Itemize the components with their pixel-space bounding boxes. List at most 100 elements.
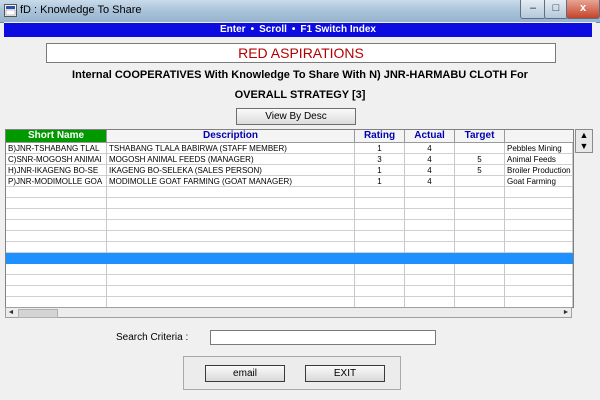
table-cell: [6, 209, 107, 220]
column-header-description[interactable]: Description: [107, 130, 355, 142]
table-cell: Animal Feeds: [505, 154, 573, 165]
table-cell: [107, 198, 355, 209]
table-cell: [455, 209, 505, 220]
vertical-scroll-control[interactable]: ▲ ▼: [575, 129, 593, 153]
minimize-button[interactable]: –: [520, 0, 546, 19]
table-cell: [455, 187, 505, 198]
table-cell: MODIMOLLE GOAT FARMING (GOAT MANAGER): [107, 176, 355, 187]
table-cell: [505, 220, 573, 231]
table-cell: Goat Farming: [505, 176, 573, 187]
table-cell: [505, 264, 573, 275]
empty-row[interactable]: [6, 242, 573, 253]
exit-button[interactable]: EXIT: [305, 365, 385, 382]
selected-empty-row[interactable]: [6, 253, 573, 264]
search-criteria-input[interactable]: [210, 330, 436, 345]
table-row[interactable]: C)SNR-MOGOSH ANIMAI MOGOSH ANIMAL FEEDS (…: [6, 154, 573, 165]
empty-row[interactable]: [6, 275, 573, 286]
table-cell: [107, 220, 355, 231]
table-cell: [405, 209, 455, 220]
table-cell: [355, 220, 405, 231]
column-header-actual[interactable]: Actual: [405, 130, 455, 142]
table-cell: [455, 264, 505, 275]
hint-enter: Enter: [220, 24, 246, 35]
table-cell: [455, 231, 505, 242]
column-header-target[interactable]: Target: [455, 130, 505, 142]
scroll-up-arrow-icon[interactable]: ▲: [578, 130, 590, 140]
scroll-right-arrow-icon[interactable]: ►: [561, 308, 571, 317]
title-bar[interactable]: fD : Knowledge To Share – □ x: [0, 0, 600, 23]
view-by-desc-button[interactable]: View By Desc: [236, 108, 356, 125]
column-header-extra[interactable]: [505, 130, 573, 142]
table-cell: [505, 286, 573, 297]
table-cell: [455, 143, 505, 154]
table-cell: [355, 187, 405, 198]
close-button[interactable]: x: [566, 0, 600, 19]
table-cell: 4: [405, 154, 455, 165]
hint-switch-index: F1 Switch Index: [300, 24, 376, 35]
table-cell: 1: [355, 165, 405, 176]
table-cell: [6, 187, 107, 198]
email-button[interactable]: email: [205, 365, 285, 382]
empty-row[interactable]: [6, 187, 573, 198]
hint-bullet: •: [291, 24, 296, 35]
table-row[interactable]: H)JNR-IKAGENG BO-SE IKAGENG BO-SELEKA (SA…: [6, 165, 573, 176]
empty-row[interactable]: [6, 231, 573, 242]
table-cell: [455, 220, 505, 231]
search-criteria-label: Search Criteria :: [116, 332, 189, 343]
grid-header: Short Name Description Rating Actual Tar…: [6, 130, 573, 143]
table-cell: 4: [405, 165, 455, 176]
table-cell: [455, 253, 505, 264]
table-cell: Pebbles Mining: [505, 143, 573, 154]
column-header-rating[interactable]: Rating: [355, 130, 405, 142]
table-cell: [505, 209, 573, 220]
table-cell: MOGOSH ANIMAL FEEDS (MANAGER): [107, 154, 355, 165]
table-cell: [6, 198, 107, 209]
table-cell: C)SNR-MOGOSH ANIMAI: [6, 154, 107, 165]
table-cell: [355, 264, 405, 275]
table-row[interactable]: P)JNR-MODIMOLLE GOA MODIMOLLE GOAT FARMIN…: [6, 176, 573, 187]
empty-row[interactable]: [6, 220, 573, 231]
table-cell: [405, 198, 455, 209]
data-grid[interactable]: Short Name Description Rating Actual Tar…: [5, 129, 574, 308]
page-heading: RED ASPIRATIONS: [46, 43, 556, 63]
application-window: fD : Knowledge To Share – □ x Enter • Scro…: [0, 0, 600, 400]
table-cell: TSHABANG TLALA BABIRWA (STAFF MEMBER): [107, 143, 355, 154]
table-cell: [505, 198, 573, 209]
empty-row[interactable]: [6, 264, 573, 275]
table-cell: [405, 286, 455, 297]
empty-row[interactable]: [6, 286, 573, 297]
table-cell: [455, 176, 505, 187]
table-cell: [6, 275, 107, 286]
app-icon: [4, 4, 17, 17]
table-cell: [6, 242, 107, 253]
table-cell: [455, 275, 505, 286]
scroll-left-arrow-icon[interactable]: ◄: [6, 308, 16, 317]
table-cell: [405, 275, 455, 286]
table-cell: [405, 220, 455, 231]
table-cell: 4: [405, 143, 455, 154]
column-header-short-name[interactable]: Short Name: [6, 130, 107, 142]
hint-bullet: •: [250, 24, 255, 35]
table-cell: [505, 275, 573, 286]
table-cell: [107, 264, 355, 275]
maximize-button[interactable]: □: [544, 0, 568, 19]
table-cell: [107, 209, 355, 220]
table-cell: [405, 264, 455, 275]
scroll-down-arrow-icon[interactable]: ▼: [578, 141, 590, 151]
table-cell: 4: [405, 176, 455, 187]
table-cell: [6, 231, 107, 242]
subtitle-line-2: OVERALL STRATEGY [3]: [234, 89, 366, 101]
table-cell: B)JNR-TSHABANG TLAL: [6, 143, 107, 154]
table-cell: [355, 275, 405, 286]
table-row[interactable]: B)JNR-TSHABANG TLAL TSHABANG TLALA BABIRW…: [6, 143, 573, 154]
table-cell: P)JNR-MODIMOLLE GOA: [6, 176, 107, 187]
table-cell: IKAGENG BO-SELEKA (SALES PERSON): [107, 165, 355, 176]
empty-row[interactable]: [6, 198, 573, 209]
table-cell: [107, 275, 355, 286]
empty-row[interactable]: [6, 209, 573, 220]
horizontal-scrollbar[interactable]: ◄ ►: [5, 307, 572, 318]
table-cell: [6, 253, 107, 264]
table-cell: [505, 187, 573, 198]
horizontal-scroll-thumb[interactable]: [18, 309, 58, 318]
subtitle-line-1: Internal COOPERATIVES With Knowledge To …: [72, 69, 528, 81]
